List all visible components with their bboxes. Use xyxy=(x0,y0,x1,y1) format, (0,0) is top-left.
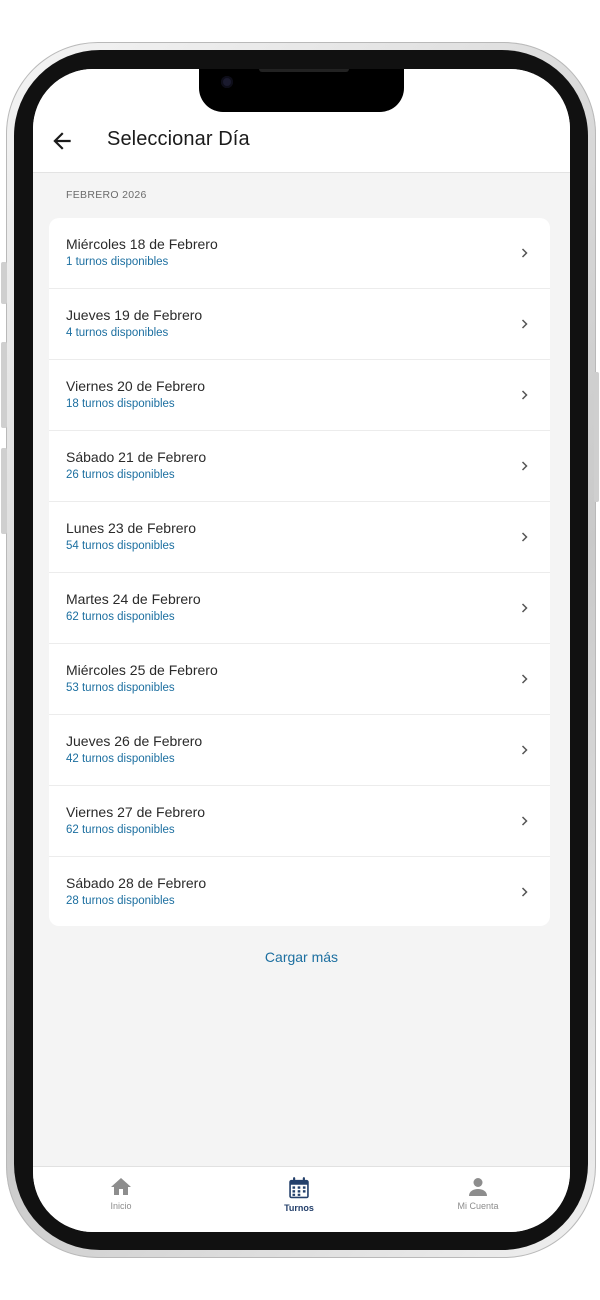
chevron-right-icon xyxy=(521,532,528,542)
slots-available: 62 turnos disponibles xyxy=(66,611,175,623)
day-title: Miércoles 25 de Febrero xyxy=(66,662,218,678)
day-title: Martes 24 de Febrero xyxy=(66,591,201,607)
front-camera xyxy=(221,76,233,88)
speaker-grille xyxy=(259,69,349,72)
slots-available: 54 turnos disponibles xyxy=(66,540,175,552)
day-title: Jueves 26 de Febrero xyxy=(66,733,203,749)
slots-available: 28 turnos disponibles xyxy=(66,895,175,907)
day-title: Viernes 27 de Febrero xyxy=(66,804,206,820)
back-button[interactable] xyxy=(49,128,75,154)
nav-label: Inicio xyxy=(110,1201,132,1211)
list-item-day[interactable]: Sábado 28 de Febrero 28 turnos disponibl… xyxy=(49,857,550,926)
person-icon xyxy=(469,1178,487,1196)
slots-available: 26 turnos disponibles xyxy=(66,469,175,481)
day-title: Miércoles 18 de Febrero xyxy=(66,236,218,252)
chevron-right-icon xyxy=(521,816,528,826)
slots-available: 62 turnos disponibles xyxy=(66,824,175,836)
bottom-nav: Inicio Turnos Mi Cuenta xyxy=(33,1166,570,1232)
day-title: Viernes 20 de Febrero xyxy=(66,378,206,394)
day-title: Lunes 23 de Febrero xyxy=(66,520,196,536)
day-title: Sábado 21 de Febrero xyxy=(66,449,207,465)
slots-available: 1 turnos disponibles xyxy=(66,256,169,268)
chevron-right-icon xyxy=(521,745,528,755)
day-title: Jueves 19 de Febrero xyxy=(66,307,203,323)
month-section-label: FEBRERO 2026 xyxy=(66,189,147,201)
day-title: Sábado 28 de Febrero xyxy=(66,875,207,891)
days-list: Miércoles 18 de Febrero 1 turnos disponi… xyxy=(49,218,550,926)
list-item-day[interactable]: Jueves 26 de Febrero 42 turnos disponibl… xyxy=(49,715,550,786)
phone-side-button xyxy=(1,448,7,534)
chevron-right-icon xyxy=(521,248,528,258)
chevron-right-icon xyxy=(521,390,528,400)
slots-available: 53 turnos disponibles xyxy=(66,682,175,694)
chevron-right-icon xyxy=(521,461,528,471)
slots-available: 4 turnos disponibles xyxy=(66,327,169,339)
phone-screen: Seleccionar Día FEBRERO 2026 Miércoles 1… xyxy=(33,69,570,1232)
nav-label: Turnos xyxy=(284,1203,314,1213)
nav-item-mi-cuenta[interactable]: Mi Cuenta xyxy=(418,1175,538,1211)
load-more-button[interactable]: Cargar más xyxy=(33,949,570,965)
phone-side-button xyxy=(594,372,599,502)
home-icon xyxy=(111,1178,131,1195)
chevron-right-icon xyxy=(521,674,528,684)
slots-available: 42 turnos disponibles xyxy=(66,753,175,765)
chevron-right-icon xyxy=(521,887,528,897)
list-item-day[interactable]: Lunes 23 de Febrero 54 turnos disponible… xyxy=(49,502,550,573)
calendar-icon xyxy=(289,1177,309,1199)
nav-item-inicio[interactable]: Inicio xyxy=(61,1175,181,1211)
list-item-day[interactable]: Miércoles 18 de Febrero 1 turnos disponi… xyxy=(49,218,550,289)
arrow-left-icon xyxy=(53,132,71,150)
phone-side-button xyxy=(1,262,7,304)
chevron-right-icon xyxy=(521,603,528,613)
page-title: Seleccionar Día xyxy=(107,128,250,150)
list-item-day[interactable]: Viernes 27 de Febrero 62 turnos disponib… xyxy=(49,786,550,857)
chevron-right-icon xyxy=(521,319,528,329)
notch xyxy=(199,69,404,112)
nav-item-turnos[interactable]: Turnos xyxy=(239,1175,359,1213)
phone-side-button xyxy=(1,342,7,428)
list-item-day[interactable]: Miércoles 25 de Febrero 53 turnos dispon… xyxy=(49,644,550,715)
list-item-day[interactable]: Viernes 20 de Febrero 18 turnos disponib… xyxy=(49,360,550,431)
nav-label: Mi Cuenta xyxy=(457,1201,499,1211)
list-item-day[interactable]: Martes 24 de Febrero 62 turnos disponibl… xyxy=(49,573,550,644)
list-item-day[interactable]: Sábado 21 de Febrero 26 turnos disponibl… xyxy=(49,431,550,502)
list-item-day[interactable]: Jueves 19 de Febrero 4 turnos disponible… xyxy=(49,289,550,360)
slots-available: 18 turnos disponibles xyxy=(66,398,175,410)
